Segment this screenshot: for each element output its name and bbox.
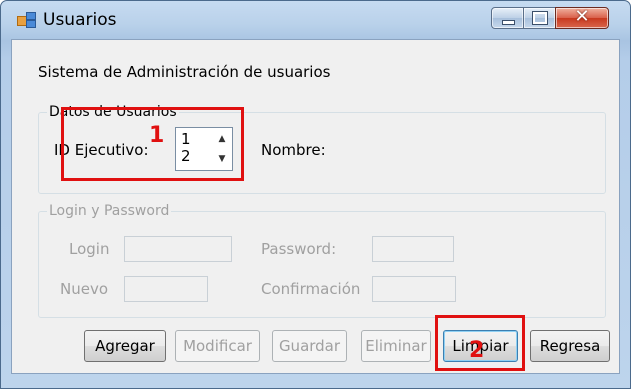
nuevo-field[interactable] bbox=[124, 276, 208, 302]
window-title: Usuarios bbox=[43, 10, 117, 30]
minimize-icon bbox=[502, 20, 515, 25]
annotation-marker-2: 2 bbox=[469, 338, 485, 363]
nuevo-label: Nuevo bbox=[60, 280, 109, 298]
maximize-icon bbox=[532, 11, 548, 25]
guardar-button[interactable]: Guardar bbox=[272, 330, 347, 362]
form-client-area: Sistema de Administración de usuarios Da… bbox=[11, 39, 620, 374]
login-field[interactable] bbox=[124, 236, 232, 262]
minimize-button[interactable] bbox=[491, 7, 524, 29]
close-button[interactable]: ✕ bbox=[555, 6, 609, 29]
annotation-marker-1: 1 bbox=[149, 123, 165, 148]
eliminar-button[interactable]: Eliminar bbox=[361, 330, 431, 362]
title-bar[interactable]: Usuarios ✕ bbox=[1, 1, 630, 39]
regresa-button[interactable]: Regresa bbox=[530, 330, 610, 362]
agregar-button[interactable]: Agregar bbox=[84, 330, 166, 362]
close-icon: ✕ bbox=[574, 6, 590, 27]
maximize-button[interactable] bbox=[523, 7, 556, 29]
usuarios-window: Usuarios ✕ Sistema de Administración de … bbox=[0, 0, 631, 389]
nombre-label: Nombre: bbox=[261, 141, 326, 159]
page-title: Sistema de Administración de usuarios bbox=[38, 63, 331, 81]
login-password-legend: Login y Password bbox=[47, 203, 172, 219]
login-label: Login bbox=[69, 240, 110, 258]
password-label: Password: bbox=[261, 240, 337, 258]
modificar-button[interactable]: Modificar bbox=[175, 330, 260, 362]
password-field[interactable] bbox=[372, 236, 454, 262]
confirmacion-label: Confirmación bbox=[261, 280, 361, 298]
app-icon bbox=[17, 12, 36, 28]
confirmacion-field[interactable] bbox=[372, 276, 456, 302]
